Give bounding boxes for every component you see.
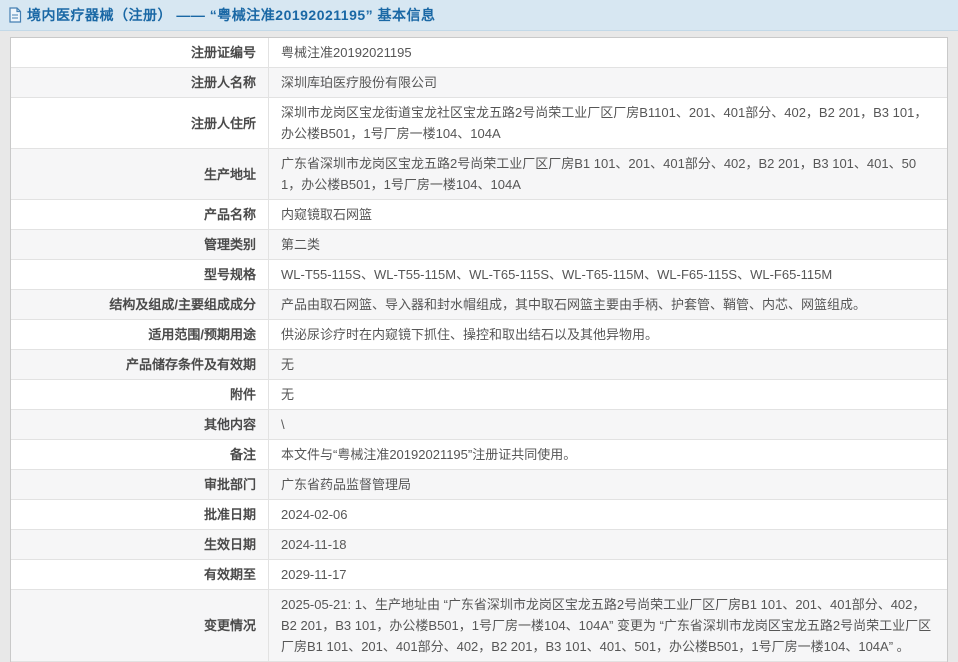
row-label: 注册人名称 (11, 68, 269, 97)
row-label: 变更情况 (11, 590, 269, 661)
table-row: 注册人住所 深圳市龙岗区宝龙街道宝龙社区宝龙五路2号尚荣工业厂区厂房B1101、… (11, 97, 947, 148)
row-label-text: 注册人住所 (191, 113, 256, 134)
row-value: 无 (269, 350, 947, 379)
row-label-text: 产品储存条件及有效期 (126, 354, 256, 375)
table-row: 批准日期 2024-02-06 (11, 499, 947, 529)
row-label-text: 适用范围/预期用途 (148, 324, 256, 345)
row-value: 内窥镜取石网篮 (269, 200, 947, 229)
row-value: 广东省药品监督管理局 (269, 470, 947, 499)
row-value: \ (269, 410, 947, 439)
row-label: 审批部门 (11, 470, 269, 499)
row-label: 注册人住所 (11, 98, 269, 148)
table-row: 注册人名称 深圳库珀医疗股份有限公司 (11, 67, 947, 97)
table-row: 其他内容 \ (11, 409, 947, 439)
row-label-text: 其他内容 (204, 414, 256, 435)
row-label: 其他内容 (11, 410, 269, 439)
table-row: 变更情况 2025-05-21: 1、生产地址由 “广东省深圳市龙岗区宝龙五路2… (11, 589, 947, 661)
page-title: 境内医疗器械（注册） —— “粤械注准20192021195” 基本信息 (27, 5, 436, 25)
row-value: 第二类 (269, 230, 947, 259)
row-value: 深圳市龙岗区宝龙街道宝龙社区宝龙五路2号尚荣工业厂区厂房B1101、201、40… (269, 98, 947, 148)
row-label: 生效日期 (11, 530, 269, 559)
row-value: 广东省深圳市龙岗区宝龙五路2号尚荣工业厂区厂房B1 101、201、401部分、… (269, 149, 947, 199)
table-row: 备注 本文件与“粤械注准20192021195”注册证共同使用。 (11, 439, 947, 469)
row-label-text: 注册证编号 (191, 42, 256, 63)
row-label: 结构及组成/主要组成成分 (11, 290, 269, 319)
row-label: 管理类别 (11, 230, 269, 259)
table-row: 有效期至 2029-11-17 (11, 559, 947, 589)
row-label-text: 结构及组成/主要组成成分 (109, 294, 256, 315)
row-label-text: 管理类别 (204, 234, 256, 255)
row-value: WL-T55-115S、WL-T55-115M、WL-T65-115S、WL-T… (269, 260, 947, 289)
row-label: 生产地址 (11, 149, 269, 199)
table-row: 型号规格 WL-T55-115S、WL-T55-115M、WL-T65-115S… (11, 259, 947, 289)
table-row: 注册证编号 粤械注准20192021195 (11, 38, 947, 67)
row-value: 本文件与“粤械注准20192021195”注册证共同使用。 (269, 440, 947, 469)
page-header: 境内医疗器械（注册） —— “粤械注准20192021195” 基本信息 (0, 0, 958, 31)
row-value: 2029-11-17 (269, 560, 947, 589)
table-row: 附件 无 (11, 379, 947, 409)
row-label: 批准日期 (11, 500, 269, 529)
row-label-text: 变更情况 (204, 615, 256, 636)
table-row: 结构及组成/主要组成成分 产品由取石网篮、导入器和封水帽组成，其中取石网篮主要由… (11, 289, 947, 319)
row-value: 2024-11-18 (269, 530, 947, 559)
row-label-text: 备注 (230, 444, 256, 465)
row-label-text: 型号规格 (204, 264, 256, 285)
row-value: 2024-02-06 (269, 500, 947, 529)
table-row: 生产地址 广东省深圳市龙岗区宝龙五路2号尚荣工业厂区厂房B1 101、201、4… (11, 148, 947, 199)
row-label-text: 批准日期 (204, 504, 256, 525)
row-label: 注册证编号 (11, 38, 269, 67)
document-icon (8, 7, 22, 23)
row-label-text: 生效日期 (204, 534, 256, 555)
row-label: 有效期至 (11, 560, 269, 589)
row-label-text: 附件 (230, 384, 256, 405)
row-label: 产品储存条件及有效期 (11, 350, 269, 379)
table-row: 产品名称 内窥镜取石网篮 (11, 199, 947, 229)
row-value: 无 (269, 380, 947, 409)
page: { "header": { "title": "境内医疗器械（注册） —— “粤… (0, 0, 958, 662)
row-label-text: 有效期至 (204, 564, 256, 585)
table-row: 适用范围/预期用途 供泌尿诊疗时在内窥镜下抓住、操控和取出结石以及其他异物用。 (11, 319, 947, 349)
row-value: 深圳库珀医疗股份有限公司 (269, 68, 947, 97)
row-value: 产品由取石网篮、导入器和封水帽组成，其中取石网篮主要由手柄、护套管、鞘管、内芯、… (269, 290, 947, 319)
row-label: 产品名称 (11, 200, 269, 229)
row-label-text: 产品名称 (204, 204, 256, 225)
row-label-text: 注册人名称 (191, 72, 256, 93)
row-label: 附件 (11, 380, 269, 409)
table-row: 审批部门 广东省药品监督管理局 (11, 469, 947, 499)
table-row: 管理类别 第二类 (11, 229, 947, 259)
row-value: 粤械注准20192021195 (269, 38, 947, 67)
row-label-text: 生产地址 (204, 164, 256, 185)
row-label-text: 审批部门 (204, 474, 256, 495)
info-table: 注册证编号 粤械注准20192021195 注册人名称 深圳库珀医疗股份有限公司… (10, 37, 948, 662)
row-value: 2025-05-21: 1、生产地址由 “广东省深圳市龙岗区宝龙五路2号尚荣工业… (269, 590, 947, 661)
row-label: 型号规格 (11, 260, 269, 289)
row-label: 适用范围/预期用途 (11, 320, 269, 349)
table-row: 生效日期 2024-11-18 (11, 529, 947, 559)
row-label: 备注 (11, 440, 269, 469)
table-row: 产品储存条件及有效期 无 (11, 349, 947, 379)
row-value: 供泌尿诊疗时在内窥镜下抓住、操控和取出结石以及其他异物用。 (269, 320, 947, 349)
